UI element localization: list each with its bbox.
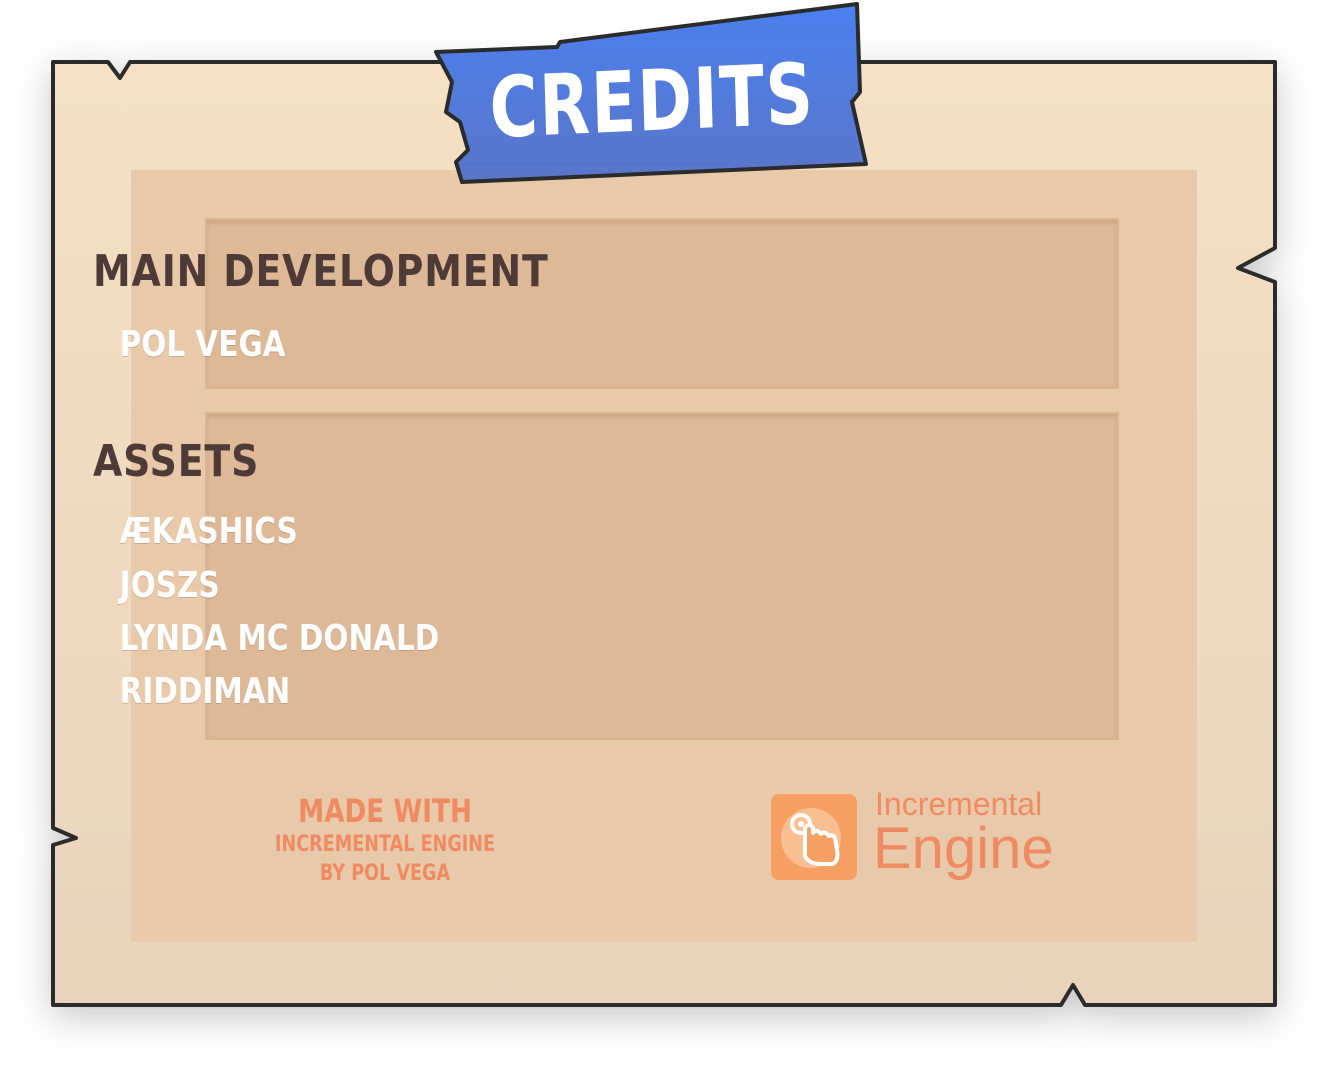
asset-credit-name: RIDDIMAN [119,671,291,712]
tap-finger-icon [771,794,857,880]
asset-credit-name: ÆKASHICS [119,511,298,552]
engine-logo-word-engine: Engine [873,816,1054,881]
made-with-text: MADE WITH [298,792,472,830]
main-developer-name: POL VEGA [119,324,286,365]
credits-screen: MAIN DEVELOPMENT POL VEGA ASSETS ÆKASHIC… [0,0,1329,1071]
assets-heading: ASSETS [93,436,260,487]
engine-name-text: INCREMENTAL ENGINE [274,832,496,857]
title-banner: CREDITS [432,2,872,187]
made-with-label: MADE WITH INCREMENTAL ENGINE BY POL VEGA [230,792,540,886]
asset-credit-name: JOSZS [119,565,220,606]
main-development-heading: MAIN DEVELOPMENT [93,246,549,297]
asset-credit-name: LYNDA MC DONALD [119,618,440,659]
by-author-text: BY POL VEGA [319,861,451,886]
credits-title: CREDITS [488,44,816,158]
